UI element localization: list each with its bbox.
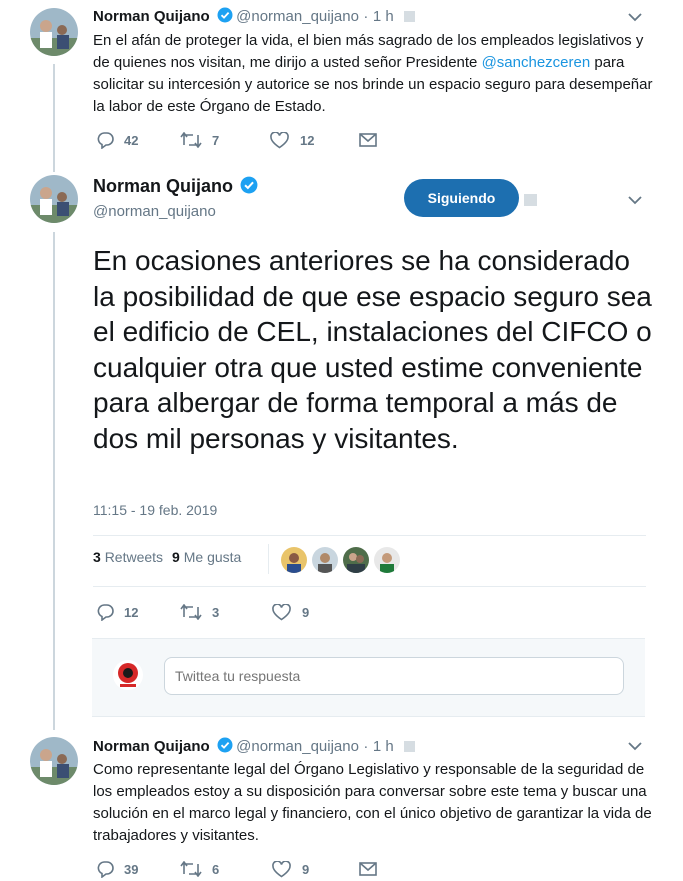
retweets-stat-label: Retweets bbox=[104, 549, 164, 565]
reply-button[interactable]: 39 bbox=[95, 860, 138, 878]
retweet-button[interactable]: 6 bbox=[180, 861, 219, 877]
reply-button[interactable]: 12 bbox=[95, 603, 138, 621]
direct-message-button[interactable] bbox=[359, 862, 377, 876]
retweets-stat[interactable]: 3 Retweets bbox=[93, 549, 163, 565]
retweet-button[interactable]: 7 bbox=[180, 132, 219, 148]
thread-line bbox=[53, 232, 55, 730]
retweet-count: 6 bbox=[212, 861, 220, 877]
retweet-button[interactable]: 3 bbox=[180, 604, 219, 620]
mention-link[interactable]: @sanchezceren bbox=[482, 54, 591, 71]
user-name[interactable]: Norman Quijano bbox=[93, 176, 233, 196]
tweet-time[interactable]: 1 h bbox=[373, 738, 394, 755]
chevron-down-icon[interactable] bbox=[628, 741, 642, 751]
tweet-text: Como representante legal del Órgano Legi… bbox=[93, 761, 652, 844]
user-name[interactable]: Norman Quijano bbox=[93, 738, 210, 755]
chevron-down-icon[interactable] bbox=[628, 195, 642, 205]
user-handle[interactable]: @norman_quijano bbox=[236, 8, 359, 25]
reply-count: 39 bbox=[124, 861, 139, 877]
avatar[interactable] bbox=[30, 8, 78, 56]
engagement-stats: 3 Retweets 9 Me gusta bbox=[93, 549, 241, 565]
like-icon bbox=[272, 861, 291, 878]
liker-avatar[interactable] bbox=[280, 546, 308, 574]
reply-count: 12 bbox=[124, 604, 139, 620]
likes-stat-count: 9 bbox=[172, 549, 180, 565]
like-button[interactable]: 9 bbox=[272, 604, 309, 621]
chevron-down-icon[interactable] bbox=[628, 12, 642, 22]
verified-icon bbox=[217, 737, 233, 758]
likes-stat-label: Me gusta bbox=[183, 549, 242, 565]
verified-icon bbox=[217, 7, 233, 28]
liker-avatar[interactable] bbox=[311, 546, 339, 574]
reply-button[interactable]: 42 bbox=[95, 131, 138, 149]
like-count: 9 bbox=[302, 862, 310, 877]
media-icon bbox=[404, 11, 416, 22]
following-button[interactable]: Siguiendo bbox=[404, 179, 519, 217]
user-handle[interactable]: @norman_quijano bbox=[236, 738, 359, 755]
avatar[interactable] bbox=[30, 175, 78, 223]
retweet-count: 7 bbox=[212, 132, 220, 148]
tweet-timestamp[interactable]: 11:15 - 19 feb. 2019 bbox=[93, 502, 217, 518]
media-icon bbox=[404, 741, 416, 752]
user-name[interactable]: Norman Quijano bbox=[93, 8, 210, 25]
reply-input[interactable] bbox=[164, 657, 624, 695]
thread-line bbox=[53, 64, 55, 172]
message-icon bbox=[359, 133, 377, 147]
verified-icon bbox=[240, 176, 258, 199]
direct-message-button[interactable] bbox=[359, 133, 377, 147]
message-icon bbox=[359, 862, 377, 876]
retweet-count: 3 bbox=[212, 604, 220, 620]
separator-dot: · bbox=[363, 738, 369, 755]
reply-icon bbox=[97, 132, 114, 149]
liker-avatar[interactable] bbox=[342, 546, 370, 574]
retweet-icon bbox=[180, 604, 202, 620]
liker-avatar[interactable] bbox=[373, 546, 401, 574]
retweets-stat-count: 3 bbox=[93, 549, 101, 565]
media-icon bbox=[524, 194, 537, 206]
like-count: 12 bbox=[300, 133, 315, 148]
like-icon bbox=[270, 132, 289, 149]
retweet-icon bbox=[180, 861, 202, 877]
like-count: 9 bbox=[302, 605, 310, 620]
retweet-icon bbox=[180, 132, 202, 148]
reply-icon bbox=[97, 604, 114, 621]
like-button[interactable]: 9 bbox=[272, 861, 309, 878]
divider bbox=[93, 586, 646, 587]
avatar[interactable] bbox=[30, 737, 78, 785]
tweet-text: En ocasiones anteriores se ha considerad… bbox=[93, 245, 652, 454]
like-icon bbox=[272, 604, 291, 621]
tweet-text: En el afán de proteger la vida, el bien … bbox=[93, 30, 653, 118]
separator-dot: · bbox=[363, 8, 369, 25]
stats-separator bbox=[268, 544, 269, 574]
tweet-time[interactable]: 1 h bbox=[373, 8, 394, 25]
reply-count: 42 bbox=[124, 132, 139, 148]
likes-stat[interactable]: 9 Me gusta bbox=[172, 549, 241, 565]
reply-icon bbox=[97, 861, 114, 878]
like-button[interactable]: 12 bbox=[270, 132, 314, 149]
user-handle[interactable]: @norman_quijano bbox=[93, 203, 216, 220]
divider bbox=[93, 535, 646, 536]
own-avatar[interactable] bbox=[113, 660, 143, 690]
